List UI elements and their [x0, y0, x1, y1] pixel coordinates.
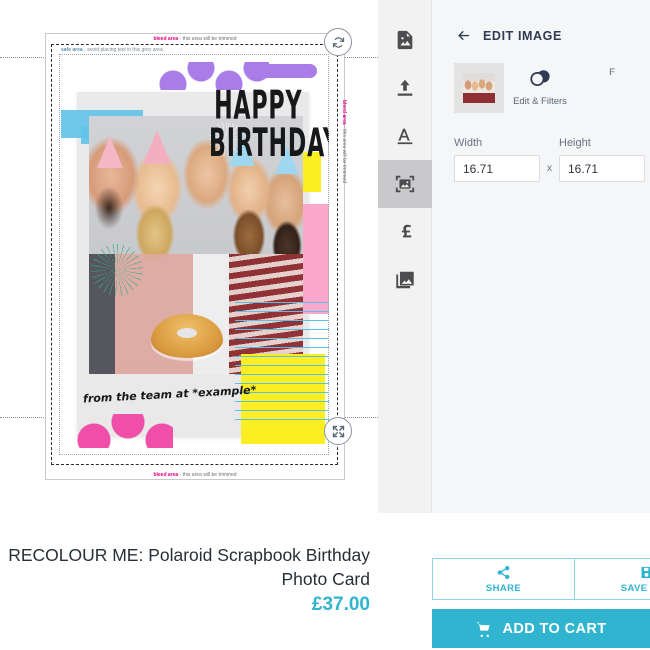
bleed-label-bottom: bleed area - this area will be trimmed	[45, 472, 345, 478]
height-label: Height	[559, 137, 591, 149]
share-nodes-icon	[497, 565, 510, 579]
party-hat-pink-center	[143, 130, 171, 164]
sidebar-item-design-templates[interactable]	[378, 16, 432, 64]
shopping-cart-icon	[476, 621, 491, 637]
birthday-cake	[151, 314, 223, 358]
safe-label-rest: - avoid placing text in this grey area	[82, 47, 163, 53]
bleed-label-bottom-rest: - this area will be trimmed	[178, 472, 237, 478]
selected-image-thumbnail[interactable]	[454, 63, 504, 113]
resize-handle[interactable]	[324, 417, 352, 445]
card-design[interactable]: HAPPY BIRTHDAY from the team at *example…	[59, 54, 329, 455]
rotate-handle[interactable]	[324, 28, 352, 56]
safe-area-label: safe area - avoid placing text in this g…	[61, 47, 163, 53]
editor-area: HAPPY BIRTHDAY from the team at *example…	[0, 0, 650, 513]
height-input[interactable]	[559, 155, 645, 182]
image-editor-app: HAPPY BIRTHDAY from the team at *example…	[0, 0, 650, 650]
purple-wave-tail	[255, 64, 317, 78]
panel-header: EDIT IMAGE	[432, 0, 650, 43]
edit-and-filters-label: Edit & Filters	[513, 96, 567, 107]
sidebar-item-gallery[interactable]	[378, 256, 432, 304]
dimension-separator: x	[547, 163, 552, 174]
width-label: Width	[454, 137, 483, 149]
sidebar-item-text[interactable]	[378, 112, 432, 160]
add-to-cart-button[interactable]: ADD TO CART	[432, 609, 650, 648]
dimensions-row: Width x Height	[432, 113, 650, 182]
tool-rail	[377, 0, 432, 513]
edit-image-panel: EDIT IMAGE Edit & Filters F Width 16.71 …	[432, 0, 650, 513]
product-bottom-bar: RECOLOUR ME: Polaroid Scrapbook Birthday…	[0, 513, 650, 650]
headline-line-1: HAPPY	[214, 83, 303, 129]
sidebar-item-price[interactable]	[378, 208, 432, 256]
bleed-label-right-rest: - this area will be trimmed	[341, 124, 347, 183]
artboard[interactable]: HAPPY BIRTHDAY from the team at *example…	[45, 33, 347, 480]
bleed-label-right: bleed area - this area will be trimmed	[341, 100, 347, 183]
secondary-button-row: SHARE SAVE DES	[432, 558, 650, 600]
height-field-group: Height	[559, 137, 645, 182]
product-title: RECOLOUR ME: Polaroid Scrapbook Birthday…	[8, 545, 370, 589]
headline-line-2: BIRTHDAY	[209, 121, 329, 167]
thumbnail-photo-layer	[463, 73, 495, 103]
upload-icon	[397, 79, 412, 96]
share-label: SHARE	[485, 582, 522, 594]
next-action-label: F	[609, 67, 615, 78]
resize-arrows-icon	[332, 425, 344, 437]
sidebar-item-upload[interactable]	[378, 64, 432, 112]
pink-wave-shape	[77, 414, 173, 448]
width-input[interactable]	[454, 155, 540, 182]
card-headline[interactable]: HAPPY BIRTHDAY	[209, 83, 329, 167]
document-image-icon	[397, 30, 412, 50]
thumbnail-image	[463, 73, 495, 103]
panel-title: EDIT IMAGE	[483, 28, 562, 43]
filters-circles-icon	[530, 70, 550, 86]
save-design-label: SAVE DES	[620, 582, 650, 594]
product-price: £37.00	[311, 594, 370, 615]
action-buttons: SHARE SAVE DES ADD TO CART	[432, 558, 650, 648]
sidebar-item-image[interactable]	[377, 160, 432, 208]
save-design-button[interactable]: SAVE DES	[575, 558, 650, 600]
pound-sterling-icon	[401, 224, 411, 238]
add-to-cart-label: ADD TO CART	[502, 620, 607, 637]
next-action-button-cutoff[interactable]: F	[576, 63, 648, 78]
width-field-group: Width	[454, 137, 540, 182]
party-hat-pink-left	[97, 136, 123, 168]
bleed-label-top: bleed area - this area will be trimmed	[45, 36, 345, 42]
bleed-label-top-strong: bleed area	[153, 36, 179, 42]
bleed-label-bottom-strong: bleed area	[153, 472, 179, 478]
edit-and-filters-button[interactable]: Edit & Filters	[504, 63, 576, 107]
panel-actions-row: Edit & Filters F	[432, 43, 650, 113]
bleed-label-top-rest: - this area will be trimmed	[178, 36, 237, 42]
sparkler-green	[91, 244, 143, 296]
photo-stack-icon	[395, 271, 414, 289]
back-arrow-icon[interactable]	[454, 28, 473, 43]
text-a-icon	[397, 128, 412, 145]
product-info: RECOLOUR ME: Polaroid Scrapbook Birthday…	[0, 543, 370, 616]
share-button[interactable]: SHARE	[432, 558, 575, 600]
image-frame-icon	[395, 175, 414, 193]
blue-line-pattern	[235, 302, 329, 422]
bleed-label-right-strong: bleed area	[341, 99, 347, 125]
floppy-save-icon	[641, 566, 650, 578]
canvas-stage[interactable]: HAPPY BIRTHDAY from the team at *example…	[0, 0, 378, 513]
rotate-icon	[332, 36, 344, 48]
safe-label-strong: safe area	[61, 47, 83, 53]
